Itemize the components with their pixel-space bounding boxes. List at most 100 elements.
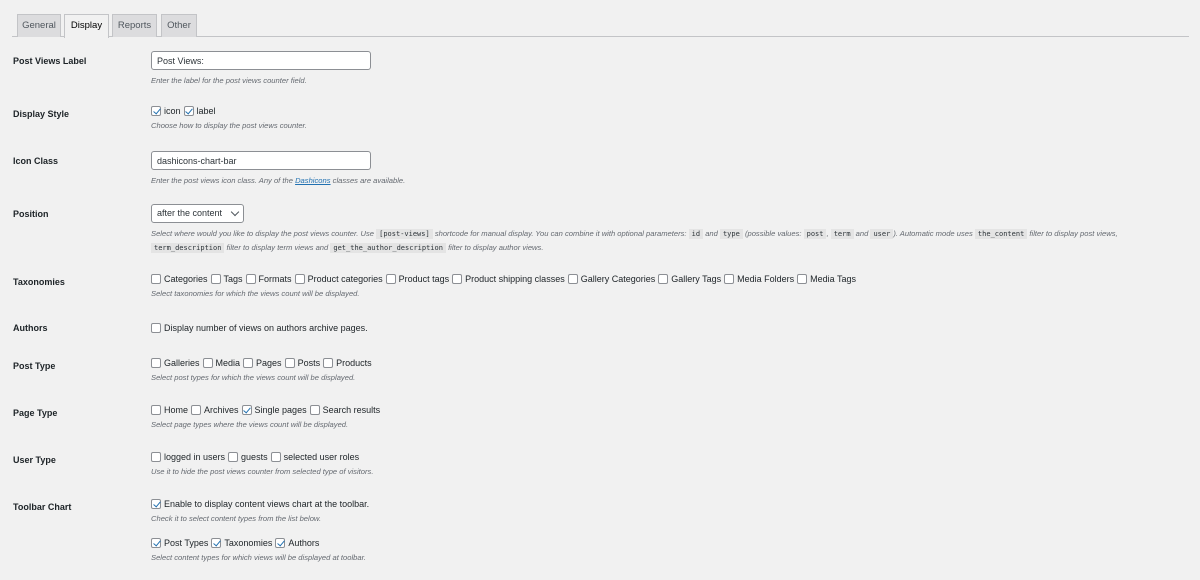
checkbox-item-media-tags[interactable]: Media Tags — [797, 274, 856, 284]
checkbox-unchecked[interactable] — [151, 452, 161, 462]
code-snippet: get_the_author_description — [330, 243, 446, 253]
taxonomies-options: Categories Tags Formats Product categories P… — [151, 272, 1170, 286]
checkbox-checked[interactable] — [151, 499, 161, 509]
description-text: and — [853, 229, 871, 238]
checkbox-label: Archives — [204, 405, 239, 415]
checkbox-item-taxonomies[interactable]: Taxonomies — [211, 538, 272, 548]
checkbox-label: Search results — [322, 405, 381, 415]
checkbox-checked[interactable] — [183, 106, 194, 116]
checkbox-item-label[interactable]: label — [183, 106, 216, 116]
checkbox-item-product-shipping-classes[interactable]: Product shipping classes — [452, 274, 565, 284]
checkbox-checked[interactable] — [151, 538, 161, 548]
checkbox-item-single-pages[interactable]: Single pages — [241, 405, 307, 415]
tab-display[interactable]: Display — [64, 14, 109, 38]
checkbox-checked[interactable] — [241, 405, 252, 415]
checkbox-checked[interactable] — [151, 106, 161, 116]
checkbox-unchecked[interactable] — [270, 452, 281, 462]
checkbox-label: Media — [215, 358, 241, 368]
checkbox-item-display-number-of-views-on-authors-archi[interactable]: Display number of views on authors archi… — [151, 323, 368, 333]
display-style-field: icon label Choose how to display the post… — [151, 104, 1170, 132]
description-text: filter to display term views and — [224, 243, 331, 252]
checkbox-unchecked[interactable] — [243, 358, 254, 368]
post-type-heading: Post Type — [13, 361, 56, 371]
checkbox-item-enable-to-display-content-views-chart-at[interactable]: Enable to display content views chart at… — [151, 499, 369, 509]
checkbox-unchecked[interactable] — [658, 274, 669, 284]
checkbox-item-pages[interactable]: Pages — [243, 358, 282, 368]
checkbox-unchecked[interactable] — [151, 405, 161, 415]
checkbox-item-posts[interactable]: Posts — [284, 358, 321, 368]
taxonomies-heading: Taxonomies — [13, 277, 65, 287]
user-type-description: Use it to hide the post views counter fr… — [151, 467, 374, 476]
checkbox-item-product-tags[interactable]: Product tags — [385, 274, 449, 284]
taxonomies-description: Select taxonomies for which the views co… — [151, 289, 360, 298]
page-type-description: Select page types where the views count … — [151, 420, 349, 429]
checkbox-item-categories[interactable]: Categories — [151, 274, 208, 284]
tab-general[interactable]: General — [17, 14, 61, 37]
toolbar-chart-options: Enable to display content views chart at… — [151, 497, 1170, 511]
checkbox-item-guests[interactable]: guests — [228, 452, 268, 462]
checkbox-unchecked[interactable] — [151, 274, 161, 284]
checkbox-item-media-folders[interactable]: Media Folders — [724, 274, 794, 284]
checkbox-checked[interactable] — [275, 538, 286, 548]
post-views-label-description: Enter the label for the post views count… — [151, 76, 307, 85]
checkbox-unchecked[interactable] — [724, 274, 735, 284]
checkbox-unchecked[interactable] — [202, 358, 213, 368]
checkbox-label: Media Tags — [810, 274, 856, 284]
code-snippet: [post-views] — [376, 229, 433, 239]
code-snippet: the_content — [974, 229, 1028, 239]
page-type-options: Home Archives Single pages Search results — [151, 403, 1170, 417]
dashicons-link[interactable]: Dashicons — [295, 176, 330, 185]
checkbox-label: guests — [241, 452, 268, 462]
checkbox-item-gallery-tags[interactable]: Gallery Tags — [658, 274, 721, 284]
checkbox-item-product-categories[interactable]: Product categories — [294, 274, 383, 284]
icon-class-desc-before: Enter the post views icon class. Any of … — [151, 176, 296, 185]
display-style-options: icon label — [151, 104, 1170, 118]
checkbox-item-formats[interactable]: Formats — [245, 274, 292, 284]
checkbox-unchecked[interactable] — [385, 274, 396, 284]
checkbox-unchecked[interactable] — [452, 274, 463, 284]
checkbox-label: Display number of views on authors archi… — [164, 323, 368, 333]
checkbox-unchecked[interactable] — [284, 358, 295, 368]
tab-reports[interactable]: Reports — [112, 14, 157, 37]
user-type-options: logged in users guests selected user roles — [151, 450, 1170, 464]
checkbox-unchecked[interactable] — [210, 274, 221, 284]
checkbox-unchecked[interactable] — [323, 358, 334, 368]
checkbox-unchecked[interactable] — [191, 405, 202, 415]
checkbox-item-post-types[interactable]: Post Types — [151, 538, 208, 548]
authors-options: Display number of views on authors archi… — [151, 321, 1170, 335]
checkbox-label: label — [196, 106, 216, 116]
toolbar-chart-heading: Toolbar Chart — [13, 502, 72, 512]
checkbox-unchecked[interactable] — [151, 358, 161, 368]
checkbox-item-products[interactable]: Products — [323, 358, 372, 368]
settings-tabs: General Display Reports Other — [0, 0, 1200, 38]
checkbox-item-search-results[interactable]: Search results — [309, 405, 381, 415]
description-text: filter to display post views, — [1027, 229, 1118, 238]
checkbox-unchecked[interactable] — [797, 274, 808, 284]
checkbox-unchecked[interactable] — [294, 274, 305, 284]
checkbox-item-media[interactable]: Media — [202, 358, 241, 368]
page-type-field: Home Archives Single pages Search results S… — [151, 403, 1170, 431]
checkbox-item-selected-user-roles[interactable]: selected user roles — [270, 452, 359, 462]
checkbox-item-icon[interactable]: icon — [151, 106, 181, 116]
checkbox-item-tags[interactable]: Tags — [210, 274, 243, 284]
checkbox-item-archives[interactable]: Archives — [191, 405, 239, 415]
checkbox-unchecked[interactable] — [228, 452, 239, 462]
description-text: filter to display author views. — [445, 243, 544, 252]
checkbox-unchecked[interactable] — [245, 274, 256, 284]
position-heading: Position — [13, 209, 49, 219]
checkbox-item-gallery-categories[interactable]: Gallery Categories — [567, 274, 655, 284]
checkbox-unchecked[interactable] — [309, 405, 320, 415]
tab-other[interactable]: Other — [161, 14, 197, 37]
checkbox-label: Posts — [297, 358, 321, 368]
checkbox-item-logged-in-users[interactable]: logged in users — [151, 452, 225, 462]
checkbox-item-home[interactable]: Home — [151, 405, 188, 415]
checkbox-unchecked[interactable] — [151, 323, 161, 333]
checkbox-checked[interactable] — [211, 538, 222, 548]
checkbox-item-galleries[interactable]: Galleries — [151, 358, 200, 368]
checkbox-unchecked[interactable] — [567, 274, 578, 284]
checkbox-item-authors[interactable]: Authors — [275, 538, 319, 548]
position-select[interactable]: after the content — [151, 204, 244, 223]
post-views-label-input[interactable] — [151, 51, 371, 70]
icon-class-input[interactable] — [151, 151, 371, 170]
checkbox-label: Gallery Tags — [671, 274, 722, 284]
